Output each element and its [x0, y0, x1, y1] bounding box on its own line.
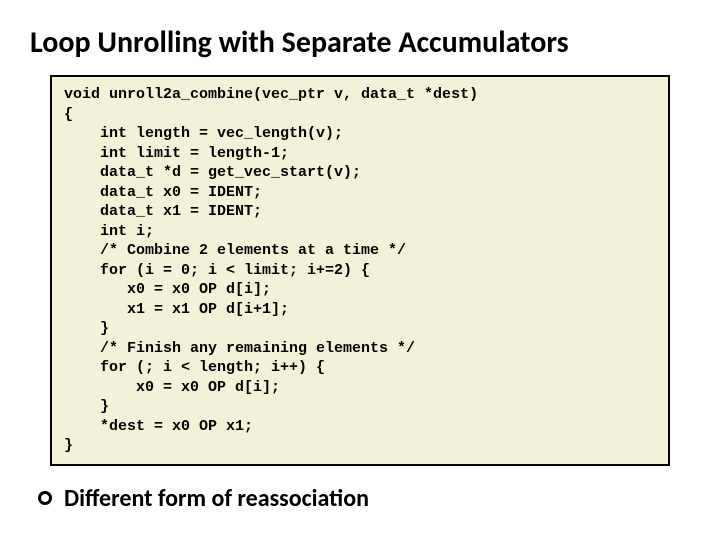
bullet-text: Different form of reassociation: [64, 484, 369, 513]
bullet-icon: [38, 491, 52, 505]
slide-title: Loop Unrolling with Separate Accumulator…: [30, 24, 690, 61]
code-block: void unroll2a_combine(vec_ptr v, data_t …: [50, 75, 670, 466]
bullet-item: Different form of reassociation: [38, 484, 690, 513]
